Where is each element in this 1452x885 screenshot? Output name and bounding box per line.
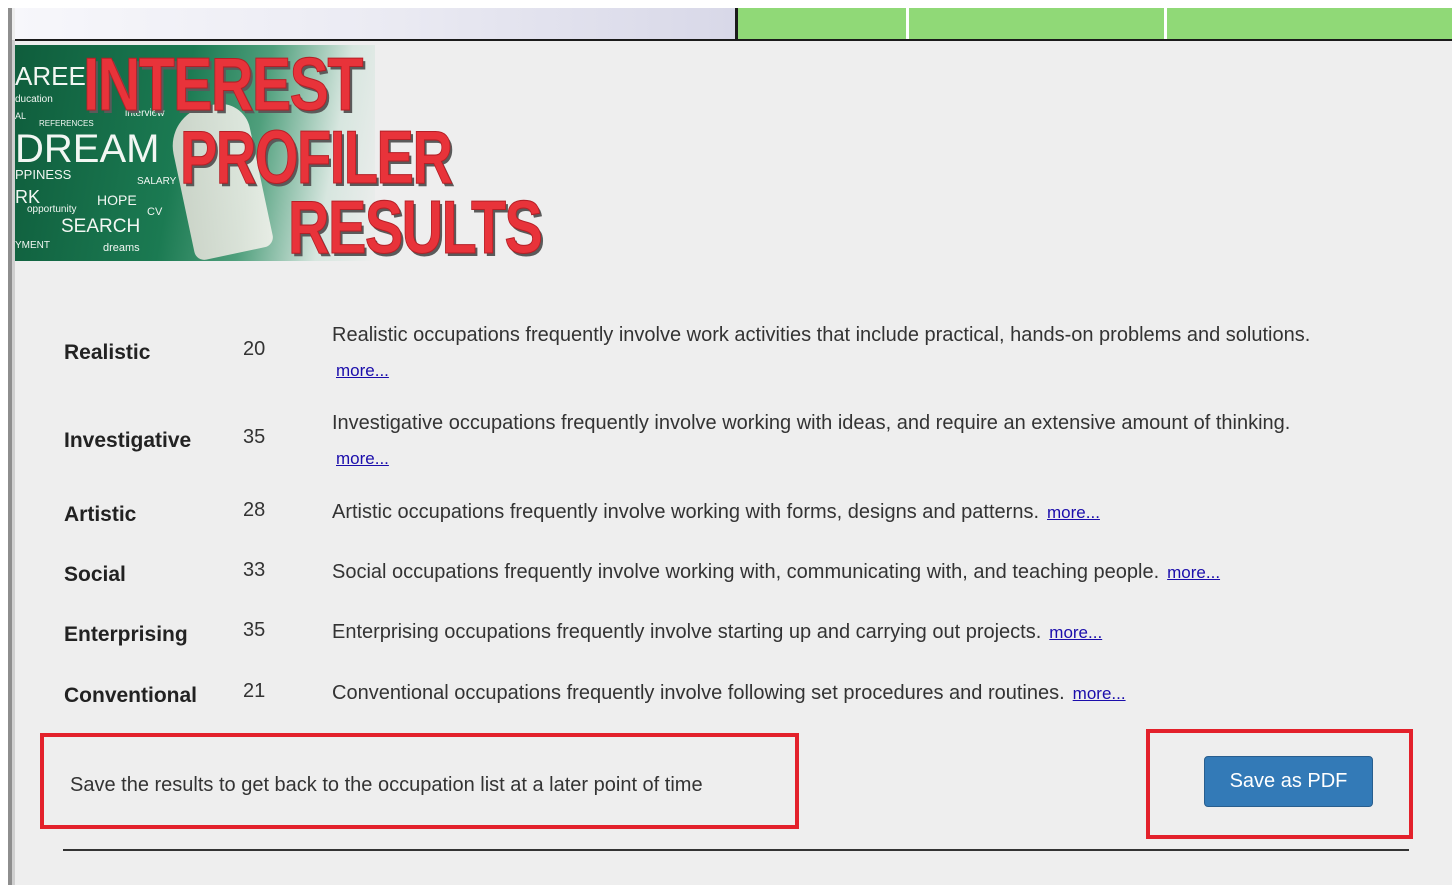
- chalk-word: CV: [147, 206, 163, 218]
- result-score: 33: [243, 559, 266, 581]
- more-link[interactable]: more...: [1049, 623, 1102, 642]
- result-description: Artistic occupations frequently involve …: [332, 495, 1422, 530]
- result-description: Investigative occupations frequently inv…: [332, 406, 1422, 476]
- result-name: Social: [64, 563, 126, 586]
- save-as-pdf-button[interactable]: Save as PDF: [1204, 756, 1373, 807]
- top-nav-bottom-line: [15, 39, 1452, 41]
- result-description-text: Artistic occupations frequently involve …: [332, 501, 1040, 523]
- top-navigation-strip: [15, 8, 1452, 41]
- save-results-note: Save the results to get back to the occu…: [70, 774, 703, 796]
- more-link[interactable]: more...: [336, 353, 389, 388]
- result-name: Investigative: [64, 429, 192, 452]
- result-description: Enterprising occupations frequently invo…: [332, 615, 1422, 650]
- result-description: Conventional occupations frequently invo…: [332, 676, 1422, 711]
- result-description-text: Realistic occupations frequently involve…: [332, 324, 1311, 346]
- result-description-text: Enterprising occupations frequently invo…: [332, 621, 1042, 643]
- result-name: Conventional: [64, 684, 198, 707]
- result-description: Realistic occupations frequently involve…: [332, 318, 1422, 388]
- chalk-word: SEARCH: [61, 216, 141, 237]
- bottom-divider: [63, 849, 1409, 851]
- chalk-word: AREE: [15, 61, 86, 91]
- chalk-word: AL: [15, 111, 27, 121]
- banner-title-line-2: PROFILER: [180, 115, 454, 200]
- chalk-word: dreams: [103, 242, 140, 254]
- result-name: Enterprising: [64, 623, 188, 646]
- banner-title-line-1: INTEREST: [83, 42, 364, 127]
- chalk-word: DREAM: [15, 127, 160, 171]
- chalk-word: opportunity: [27, 204, 77, 215]
- chalk-word: SALARY: [137, 176, 177, 187]
- more-link[interactable]: more...: [336, 441, 389, 476]
- more-link[interactable]: more...: [1073, 684, 1126, 703]
- result-description-text: Social occupations frequently involve wo…: [332, 561, 1160, 583]
- more-link[interactable]: more...: [1047, 503, 1100, 522]
- result-description: Social occupations frequently involve wo…: [332, 555, 1422, 590]
- result-name: Realistic: [64, 341, 151, 364]
- result-description-text: Investigative occupations frequently inv…: [332, 412, 1291, 434]
- result-score: 20: [243, 338, 266, 360]
- result-score: 28: [243, 499, 266, 521]
- nav-tab-1[interactable]: [738, 8, 906, 39]
- chalk-word: HOPE: [97, 192, 137, 208]
- chalk-word: PPINESS: [15, 167, 72, 182]
- more-link[interactable]: more...: [1167, 563, 1220, 582]
- nav-tab-2[interactable]: [909, 8, 1164, 39]
- result-score: 35: [243, 426, 266, 448]
- result-score: 35: [243, 619, 266, 641]
- banner-title-line-3: RESULTS: [288, 185, 544, 270]
- result-score: 21: [243, 680, 266, 702]
- result-name: Artistic: [64, 503, 137, 526]
- nav-tab-3[interactable]: [1167, 8, 1452, 39]
- result-description-text: Conventional occupations frequently invo…: [332, 682, 1065, 704]
- interest-profiler-banner: AREE ducation AL REFERENCES interview DR…: [15, 42, 550, 270]
- chalk-word: ducation: [15, 94, 53, 105]
- top-nav-gradient-area: [15, 8, 736, 39]
- chalk-word: YMENT: [15, 240, 50, 251]
